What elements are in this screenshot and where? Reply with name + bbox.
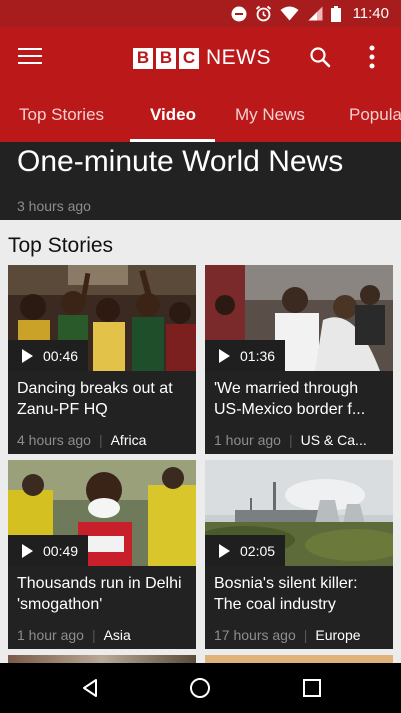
- battery-icon: [330, 5, 341, 22]
- duration: 01:36: [240, 347, 276, 364]
- signal-icon: [308, 6, 323, 21]
- recents-icon[interactable]: [300, 676, 324, 700]
- back-icon[interactable]: [78, 676, 102, 700]
- card-meta: 1 hour ago | Asia: [17, 627, 131, 643]
- card-timestamp: 17 hours ago: [214, 627, 296, 643]
- card-meta: 17 hours ago | Europe: [214, 627, 361, 643]
- video-card[interactable]: 00:46 Dancing breaks out at Zanu-PF HQ 4…: [8, 265, 196, 454]
- card-headline: Dancing breaks out at Zanu-PF HQ: [17, 380, 173, 418]
- card-topic[interactable]: Africa: [111, 432, 147, 448]
- logo-letter: C: [179, 47, 199, 69]
- card-timestamp: 1 hour ago: [214, 432, 281, 448]
- logo-word: NEWS: [206, 46, 271, 69]
- meta-separator: |: [303, 627, 308, 643]
- wifi-icon: [280, 6, 299, 21]
- home-icon[interactable]: [188, 676, 212, 700]
- play-icon: [22, 543, 33, 558]
- play-icon: [22, 348, 33, 363]
- meta-separator: |: [288, 432, 293, 448]
- alarm-icon: [255, 5, 271, 22]
- video-card[interactable]: 02:05 Bosnia's silent killer: The coal i…: [205, 460, 393, 649]
- duration-badge: 00:49: [8, 535, 89, 566]
- card-topic[interactable]: Asia: [104, 627, 131, 643]
- card-headline: Bosnia's silent killer: The coal industr…: [214, 575, 358, 613]
- system-nav-bar: [0, 663, 401, 713]
- card-headline: Thousands run in Delhi 'smogathon': [17, 575, 182, 613]
- logo-letter: B: [133, 47, 153, 69]
- card-timestamp: 4 hours ago: [17, 432, 91, 448]
- video-card[interactable]: 00:49 Thousands run in Delhi 'smogathon'…: [8, 460, 196, 649]
- play-icon: [219, 348, 230, 363]
- featured-timestamp: 3 hours ago: [17, 198, 91, 214]
- duration-badge: 02:05: [205, 535, 286, 566]
- card-meta: 1 hour ago | US & Ca...: [214, 432, 367, 448]
- duration: 00:49: [43, 542, 79, 559]
- duration-badge: 01:36: [205, 340, 286, 371]
- card-headline: 'We married through US-Mexico border f..…: [214, 380, 366, 418]
- tab-popular[interactable]: Popula: [349, 87, 401, 142]
- status-bar: 11:40: [0, 0, 401, 27]
- clock: 11:40: [352, 5, 389, 22]
- do-not-disturb-icon: [231, 6, 247, 21]
- app-bar: B B C NEWS: [0, 27, 401, 87]
- card-topic[interactable]: US & Ca...: [301, 432, 367, 448]
- more-vert-icon[interactable]: [360, 43, 384, 71]
- tab-video[interactable]: Video: [150, 87, 196, 142]
- menu-icon[interactable]: [18, 48, 42, 66]
- duration: 00:46: [43, 347, 79, 364]
- card-meta: 4 hours ago | Africa: [17, 432, 146, 448]
- logo-letter: B: [156, 47, 176, 69]
- tab-my-news[interactable]: My News: [235, 87, 305, 142]
- featured-title: One-minute World News: [17, 145, 344, 178]
- meta-separator: |: [91, 627, 96, 643]
- section-title: Top Stories: [8, 234, 114, 257]
- meta-separator: |: [98, 432, 103, 448]
- duration-badge: 00:46: [8, 340, 89, 371]
- bbc-news-logo: B B C NEWS: [133, 46, 271, 70]
- play-icon: [219, 543, 230, 558]
- card-topic[interactable]: Europe: [315, 627, 360, 643]
- tab-top-stories[interactable]: Top Stories: [19, 87, 104, 142]
- tab-bar: Top Stories Video My News Popula: [0, 87, 401, 142]
- duration: 02:05: [240, 542, 276, 559]
- card-timestamp: 1 hour ago: [17, 627, 84, 643]
- video-card[interactable]: 01:36 'We married through US-Mexico bord…: [205, 265, 393, 454]
- search-icon[interactable]: [308, 45, 332, 69]
- featured-video[interactable]: One-minute World News 3 hours ago: [0, 142, 401, 220]
